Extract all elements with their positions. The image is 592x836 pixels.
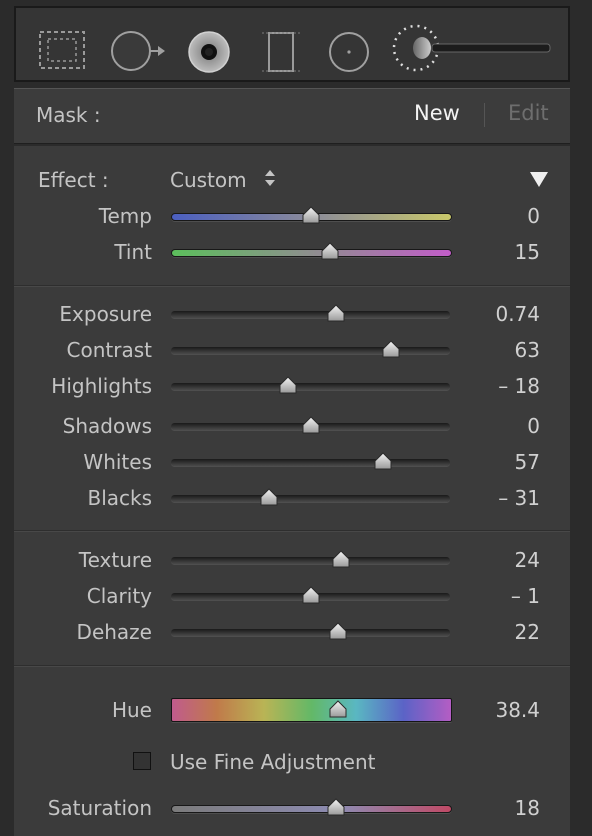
adjustment-brush-icon[interactable] (186, 30, 232, 78)
whites-label: Whites (83, 450, 152, 474)
effect-preset-select[interactable]: Custom (170, 168, 247, 192)
contrast-value[interactable]: 63 (515, 338, 540, 362)
exposure-label: Exposure (59, 302, 152, 326)
effect-label: Effect : (38, 168, 109, 192)
hue-slider-track[interactable] (171, 698, 452, 722)
clarity-value[interactable]: – 1 (511, 584, 540, 608)
blacks-value[interactable]: – 31 (498, 486, 540, 510)
mask-label: Mask : (36, 103, 101, 127)
tint-label: Tint (114, 240, 152, 264)
texture-slider-track[interactable] (171, 557, 450, 564)
fine-adjustment-checkbox[interactable] (133, 752, 151, 770)
contrast-label: Contrast (66, 338, 152, 362)
blacks-label: Blacks (87, 486, 152, 510)
brush-size-icon[interactable] (392, 22, 552, 78)
spot-icon[interactable] (326, 30, 372, 78)
clarity-label: Clarity (86, 584, 152, 608)
texture-value[interactable]: 24 (515, 548, 540, 572)
saturation-slider-track[interactable] (171, 805, 452, 813)
mask-tools-toolbar (14, 6, 570, 82)
highlights-slider-track[interactable] (171, 383, 450, 390)
contrast-slider-track[interactable] (171, 347, 450, 354)
temp-label: Temp (98, 204, 152, 228)
mask-separator (484, 103, 485, 127)
collapse-triangle-icon[interactable] (529, 170, 549, 192)
section-divider (14, 285, 570, 287)
temp-value[interactable]: 0 (527, 204, 540, 228)
section-divider (14, 665, 570, 667)
range-mask-icon[interactable] (260, 30, 302, 78)
dehaze-value[interactable]: 22 (515, 620, 540, 644)
updown-arrows-icon[interactable] (263, 167, 277, 193)
saturation-value[interactable]: 18 (515, 796, 540, 820)
tint-slider-track[interactable] (171, 249, 452, 257)
section-divider (14, 530, 570, 532)
radial-filter-icon[interactable] (110, 30, 166, 76)
dehaze-label: Dehaze (76, 620, 152, 644)
highlights-value[interactable]: – 18 (498, 374, 540, 398)
mask-bar: Mask : New Edit (14, 88, 570, 144)
shadows-label: Shadows (62, 414, 152, 438)
highlights-label: Highlights (51, 374, 152, 398)
mask-new-button[interactable]: New (414, 101, 460, 125)
exposure-slider-track[interactable] (171, 311, 450, 318)
hue-label: Hue (111, 698, 152, 722)
whites-slider-track[interactable] (171, 459, 450, 466)
graduated-filter-icon[interactable] (38, 30, 86, 74)
exposure-value[interactable]: 0.74 (495, 302, 540, 326)
tint-value[interactable]: 15 (515, 240, 540, 264)
texture-label: Texture (78, 548, 152, 572)
whites-value[interactable]: 57 (515, 450, 540, 474)
dehaze-slider-track[interactable] (171, 629, 450, 636)
fine-adjustment-label: Use Fine Adjustment (170, 750, 376, 774)
shadows-value[interactable]: 0 (527, 414, 540, 438)
hue-value[interactable]: 38.4 (495, 698, 540, 722)
blacks-slider-track[interactable] (171, 495, 450, 502)
mask-edit-button[interactable]: Edit (508, 101, 549, 125)
saturation-label: Saturation (47, 796, 152, 820)
